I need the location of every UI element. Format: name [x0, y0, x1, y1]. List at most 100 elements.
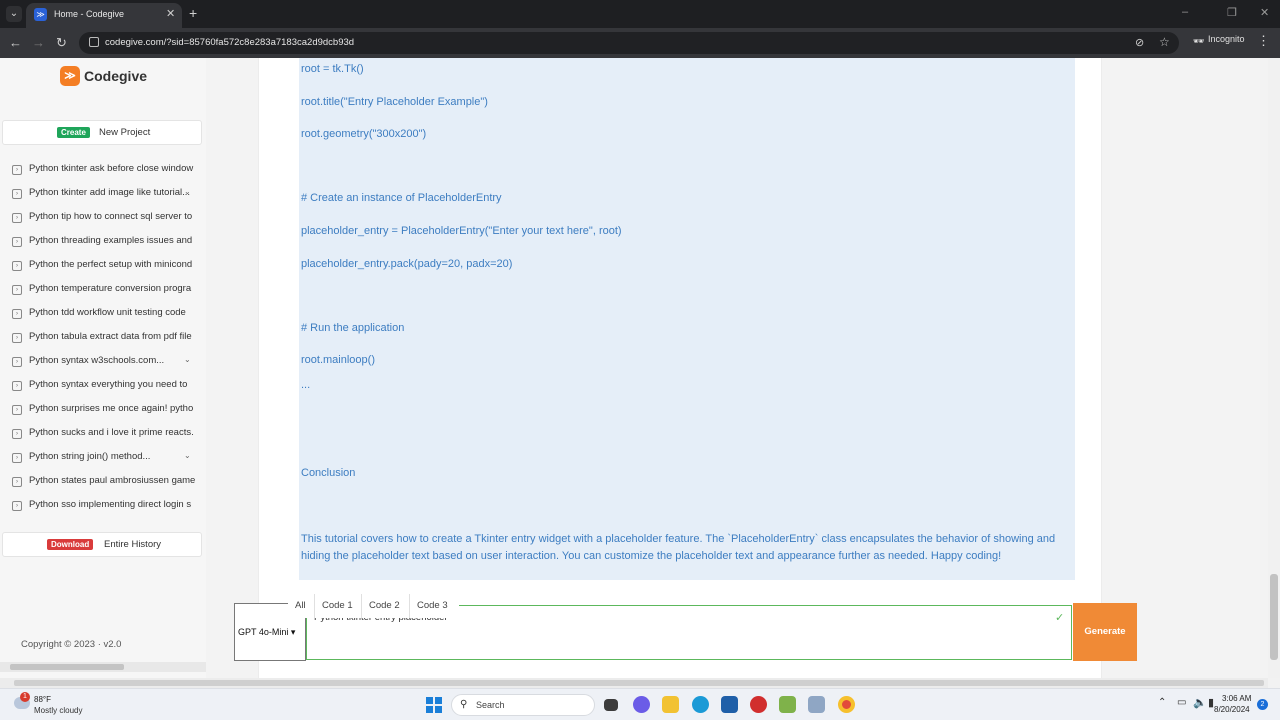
history-item[interactable]: › Python tdd workflow unit testing code — [12, 306, 204, 324]
task-view-icon[interactable] — [604, 699, 618, 711]
taskbar-search[interactable]: ⚲ Search — [451, 694, 595, 716]
code-ellipsis: ... — [301, 379, 311, 391]
history-item-label: Python states paul ambrosiussen game — [29, 475, 196, 486]
codegive-favicon-icon: ≫ — [34, 8, 47, 21]
address-bar[interactable]: codegive.com/?sid=85760fa572c8e283a7183c… — [79, 32, 1179, 54]
entire-history-label: Entire History — [104, 539, 162, 550]
history-item-label: Python tkinter ask before close window — [29, 163, 194, 174]
reload-icon[interactable]: ↻ — [56, 35, 67, 51]
minimize-button[interactable]: – — [1182, 6, 1188, 18]
generate-button[interactable]: Generate — [1073, 603, 1137, 661]
browser-toolbar: ← → ↻ codegive.com/?sid=85760fa572c8e283… — [0, 28, 1280, 58]
code-line: root.title("Entry Placeholder Example") — [301, 96, 488, 108]
history-item-label: Python tip how to connect sql server to — [29, 211, 193, 222]
browser-tab-strip: ⌄ ≫ Home - Codegive ✕ + – ❐ ✕ — [0, 0, 1280, 28]
scrollbar-thumb[interactable] — [14, 680, 1264, 686]
codegive-logo-icon: ≫ — [60, 66, 80, 86]
new-project-button[interactable]: Create New Project — [2, 120, 202, 145]
history-item-label: Python temperature conversion progra — [29, 283, 192, 294]
history-item[interactable]: › Python sso implementing direct login s — [12, 498, 204, 516]
volume-icon[interactable]: 🔈 — [1193, 696, 1207, 709]
history-item[interactable]: › Python the perfect setup with minicond — [12, 258, 204, 276]
eye-off-icon[interactable]: ⊘ — [1135, 36, 1144, 49]
document-icon: › — [12, 165, 22, 175]
edge-browser-icon[interactable] — [692, 696, 709, 713]
windows-start-icon[interactable] — [426, 697, 442, 713]
scrollbar-thumb[interactable] — [1270, 574, 1278, 660]
browser-menu-icon[interactable]: ⋮ — [1257, 33, 1270, 49]
file-explorer-icon[interactable] — [662, 696, 679, 713]
history-item[interactable]: › Python temperature conversion progra — [12, 282, 204, 300]
weather-description[interactable]: Mostly cloudy — [34, 706, 82, 715]
scrollbar-thumb[interactable] — [10, 664, 124, 670]
page-horizontal-scrollbar[interactable] — [0, 678, 1268, 688]
history-item-label: Python tdd workflow unit testing code — [29, 307, 186, 318]
tab-code-1[interactable]: Code 1 — [314, 594, 361, 618]
tab-code-3[interactable]: Code 3 — [409, 594, 459, 618]
weather-alert-badge: 1 — [20, 692, 30, 702]
code-line: root = tk.Tk() — [301, 63, 364, 75]
history-item[interactable]: › Python string join() method... ⌄ — [12, 450, 204, 468]
download-history-button[interactable]: Download Entire History — [2, 532, 202, 557]
search-icon: ⚲ — [460, 699, 468, 710]
tab-home-codegive[interactable]: ≫ Home - Codegive ✕ — [26, 3, 182, 28]
code-line: placeholder_entry = PlaceholderEntry("En… — [301, 225, 622, 237]
history-item-label: Python surprises me once again! pytho — [29, 403, 194, 414]
history-item[interactable]: › Python sucks and i love it prime reacts… — [12, 426, 204, 444]
document-icon: › — [12, 381, 22, 391]
conclusion-heading: Conclusion — [301, 467, 356, 479]
windows-taskbar: 1 88°F Mostly cloudy ⚲ Search ⌃ ▭ 🔈 ▮ 3:… — [0, 688, 1280, 720]
history-item[interactable]: › Python surprises me once again! pytho — [12, 402, 204, 420]
chevron-down-icon[interactable]: ⌄ — [184, 187, 191, 196]
chevron-down-icon[interactable]: ⌄ — [184, 355, 191, 364]
page-vertical-scrollbar[interactable] — [1268, 58, 1280, 678]
code-comment: # Run the application — [301, 322, 405, 334]
show-hidden-icons-icon[interactable]: ⌃ — [1158, 697, 1166, 708]
chrome-icon[interactable] — [838, 696, 855, 713]
new-tab-button[interactable]: + — [189, 5, 197, 21]
history-item[interactable]: › Python states paul ambrosiussen game — [12, 474, 204, 492]
document-icon: › — [12, 213, 22, 223]
chevron-down-icon[interactable]: ⌄ — [184, 451, 191, 460]
chat-icon[interactable] — [633, 696, 650, 713]
clock-time[interactable]: 3:06 AM — [1222, 694, 1251, 703]
copyright-text: Copyright © 2023 · v2.0 — [21, 639, 122, 650]
notification-badge[interactable]: 2 — [1257, 699, 1268, 710]
tab-close-icon[interactable]: ✕ — [166, 7, 175, 20]
app-icon[interactable] — [779, 696, 796, 713]
photos-icon[interactable] — [808, 696, 825, 713]
history-item[interactable]: › Python tabula extract data from pdf fil… — [12, 330, 204, 348]
sidebar: ≫ Codegive Create New Project › Python tk… — [0, 58, 206, 678]
restore-button[interactable]: ❐ — [1227, 6, 1237, 19]
close-window-button[interactable]: ✕ — [1260, 6, 1269, 19]
history-item-label: Python the perfect setup with minicond — [29, 259, 193, 270]
tab-search-dropdown[interactable]: ⌄ — [6, 6, 22, 22]
tab-all[interactable]: All — [288, 594, 314, 618]
document-icon: › — [12, 405, 22, 415]
document-icon: › — [12, 501, 22, 511]
clock-date[interactable]: 8/20/2024 — [1214, 705, 1250, 714]
history-item-label: Python sucks and i love it prime reacts. — [29, 427, 194, 438]
code-line: root.geometry("300x200") — [301, 128, 427, 140]
brand-name: Codegive — [84, 68, 148, 84]
history-item-label: Python syntax w3schools.com... — [29, 355, 165, 366]
document-icon: › — [12, 333, 22, 343]
history-item[interactable]: › Python syntax everything you need to — [12, 378, 204, 396]
history-item[interactable]: › Python tkinter add image like tutorial.… — [12, 186, 204, 204]
history-item[interactable]: › Python threading examples issues and — [12, 234, 204, 252]
tab-code-2[interactable]: Code 2 — [361, 594, 409, 618]
history-item[interactable]: › Python syntax w3schools.com... ⌄ — [12, 354, 204, 372]
sidebar-horizontal-scrollbar[interactable] — [0, 662, 206, 672]
forward-arrow-icon[interactable]: → — [32, 35, 45, 50]
back-arrow-icon[interactable]: ← — [9, 35, 22, 50]
store-icon[interactable] — [721, 696, 738, 713]
conclusion-paragraph: This tutorial covers how to create a Tki… — [301, 533, 1056, 562]
weather-temperature[interactable]: 88°F — [34, 695, 51, 704]
bookmark-star-icon[interactable]: ☆ — [1159, 35, 1170, 49]
site-info-icon[interactable] — [89, 37, 99, 47]
app-icon[interactable] — [750, 696, 767, 713]
incognito-label[interactable]: Incognito — [1208, 34, 1245, 44]
network-icon[interactable]: ▭ — [1177, 697, 1186, 708]
history-item[interactable]: › Python tip how to connect sql server to — [12, 210, 204, 228]
history-item[interactable]: › Python tkinter ask before close window — [12, 162, 204, 180]
